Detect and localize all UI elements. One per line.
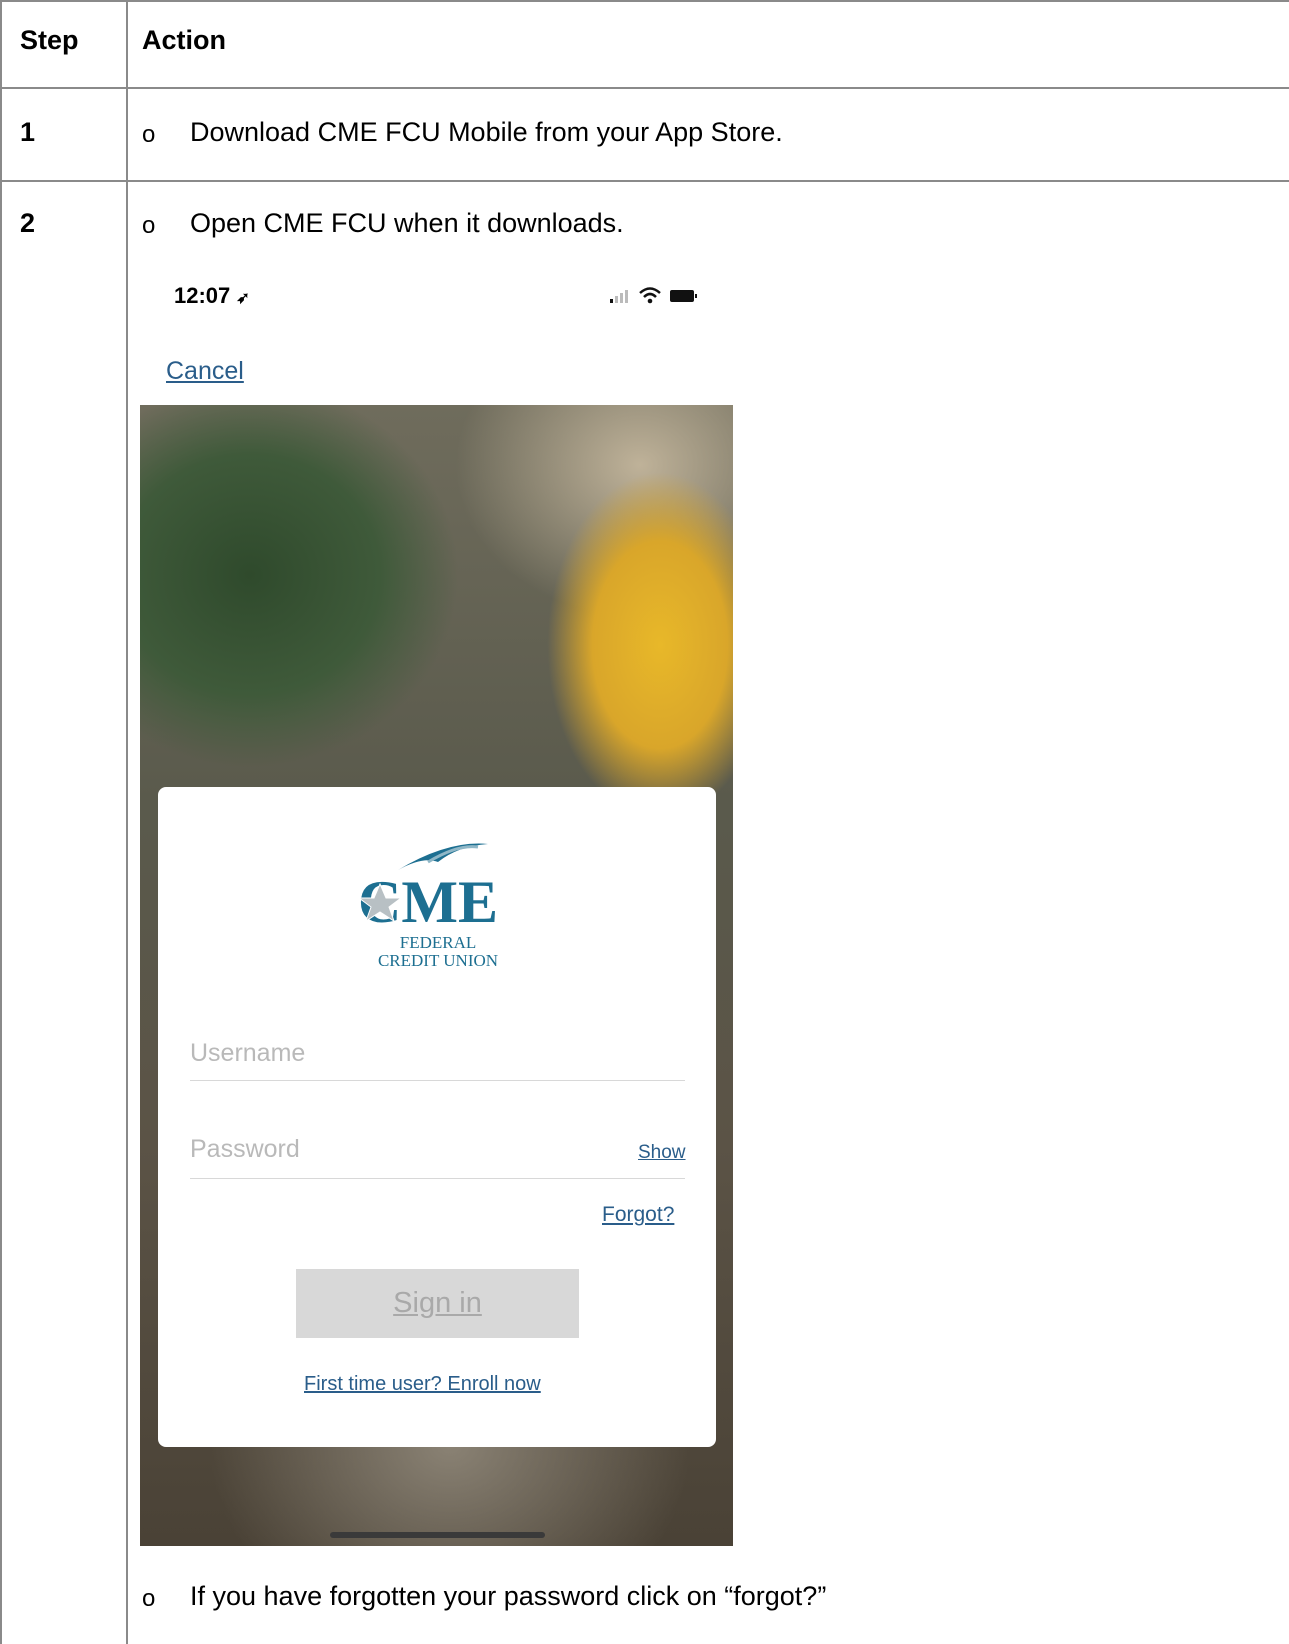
status-icons [608,285,703,310]
row2-bullet: o [142,212,156,239]
table-divider-row1 [0,180,1289,182]
table-column-divider [126,0,128,1644]
home-indicator [330,1532,545,1538]
background-photo: CME FEDERAL CREDIT UNION Username Passwo… [140,405,733,1546]
username-field[interactable]: Username [190,1039,305,1068]
logo-line1: FEDERAL [400,933,477,952]
header-action: Action [142,25,226,55]
table-border-left [0,0,2,1644]
row1-step: 1 [20,117,36,147]
cancel-link[interactable]: Cancel [166,357,244,386]
footer-bullet: o [142,1585,156,1612]
password-underline [190,1178,685,1179]
password-field[interactable]: Password [190,1135,300,1164]
forgot-link[interactable]: Forgot? [602,1203,674,1227]
footer-instruction: If you have forgotten your password clic… [190,1581,827,1611]
row2-action: Open CME FCU when it downloads. [190,208,624,238]
cme-logo: CME FEDERAL CREDIT UNION [328,832,548,972]
row1-action: Download CME FCU Mobile from your App St… [190,117,783,147]
signal-wifi-battery-icon [610,287,697,304]
location-arrow-icon: ➶ [236,290,250,307]
status-time: 12:07 ➶ [174,283,250,308]
row2-step: 2 [20,208,36,238]
enroll-link[interactable]: First time user? Enroll now [304,1373,541,1396]
show-password-link[interactable]: Show [638,1142,686,1164]
login-card: CME FEDERAL CREDIT UNION Username Passwo… [158,787,716,1447]
row1-bullet: o [142,121,156,148]
username-underline [190,1080,685,1081]
app-screenshot: 12:07 ➶ Cancel CME FEDERAL CREDIT UNION … [140,265,733,1546]
table-divider-header [0,87,1289,89]
cme-logo-mark: CME FEDERAL CREDIT UNION [357,843,498,970]
sign-in-button[interactable]: Sign in [296,1269,579,1338]
table-border-top [0,0,1289,2]
header-step: Step [20,25,79,55]
instruction-table: Step Action 1 o Download CME FCU Mobile … [0,0,1289,1644]
logo-line2: CREDIT UNION [378,951,498,970]
